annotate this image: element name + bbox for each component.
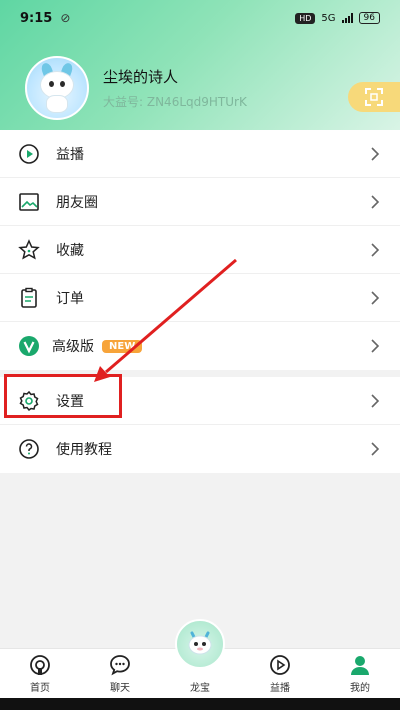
- chevron-right-icon: [368, 146, 382, 161]
- nav-yibo[interactable]: 益播: [240, 653, 320, 698]
- system-nav-bar: [0, 698, 400, 710]
- clipboard-icon: [18, 287, 40, 309]
- dragon-avatar-icon: [34, 61, 80, 113]
- menu-label: 益播: [56, 146, 84, 163]
- menu-item-favorites[interactable]: 收藏: [0, 226, 400, 274]
- profile-card[interactable]: 尘埃的诗人 大益号: ZN46Lqd9HTUrK: [25, 56, 247, 120]
- avatar[interactable]: [25, 56, 89, 120]
- home-icon: [28, 653, 52, 677]
- qr-scan-icon: [365, 88, 383, 106]
- menu-item-yibo[interactable]: 益播: [0, 130, 400, 178]
- dragon-mascot-icon: [175, 619, 225, 669]
- nav-label: 聊天: [110, 683, 130, 694]
- chevron-right-icon: [368, 194, 382, 209]
- nav-home[interactable]: 首页: [0, 653, 80, 698]
- user-icon: [348, 653, 372, 677]
- nav-mine[interactable]: 我的: [320, 653, 400, 698]
- menu-item-moments[interactable]: 朋友圈: [0, 178, 400, 226]
- v-badge-icon: [18, 335, 40, 357]
- status-bar: 9:15 ⊘ HD 5G 96: [0, 0, 400, 36]
- signal-icon: [341, 13, 353, 23]
- status-time: 9:15: [20, 10, 53, 26]
- nav-chat[interactable]: 聊天: [80, 653, 160, 698]
- chevron-right-icon: [368, 242, 382, 257]
- menu-group-main: 益播 朋友圈 收藏 订单 高级版 NEW: [0, 130, 400, 370]
- status-indicators: HD 5G 96: [295, 12, 380, 24]
- bottom-nav: 首页 聊天 龙宝 益播 我的: [0, 619, 400, 698]
- network-label: 5G: [321, 12, 336, 24]
- nav-label: 益播: [270, 683, 290, 694]
- hd-icon: HD: [295, 12, 316, 24]
- menu-item-settings[interactable]: 设置: [0, 377, 400, 425]
- chevron-right-icon: [368, 339, 382, 353]
- chat-bubble-icon: [108, 653, 132, 677]
- status-extra: ⊘: [60, 11, 71, 25]
- qr-code-button[interactable]: [348, 82, 400, 112]
- menu-item-orders[interactable]: 订单: [0, 274, 400, 322]
- chevron-right-icon: [368, 290, 382, 305]
- menu-group-secondary: 设置 使用教程: [0, 377, 400, 473]
- menu-label: 收藏: [56, 242, 84, 259]
- chevron-right-icon: [368, 442, 382, 456]
- nav-label: 首页: [30, 683, 50, 694]
- username: 尘埃的诗人: [103, 68, 179, 86]
- play-circle-icon: [18, 143, 40, 165]
- profile-header: 9:15 ⊘ HD 5G 96 尘埃的诗人 大益号: ZN46Lqd9HTUrK: [0, 0, 400, 130]
- star-icon: [18, 238, 40, 261]
- battery-icon: 96: [358, 12, 380, 24]
- nav-longbao[interactable]: 龙宝: [160, 619, 240, 698]
- menu-label: 设置: [56, 393, 84, 410]
- menu-label: 朋友圈: [56, 194, 98, 211]
- play-circle-icon: [268, 653, 292, 677]
- chevron-right-icon: [368, 393, 382, 408]
- help-icon: [18, 438, 40, 460]
- menu-item-tutorial[interactable]: 使用教程: [0, 425, 400, 473]
- nav-label: 我的: [350, 683, 370, 694]
- nav-label: 龙宝: [190, 683, 210, 694]
- menu-label: 订单: [56, 290, 84, 307]
- menu-label: 使用教程: [56, 442, 112, 458]
- menu-label: 高级版: [52, 339, 94, 355]
- gear-icon: [18, 390, 40, 412]
- new-badge: NEW: [102, 339, 143, 353]
- image-icon: [18, 191, 40, 213]
- user-id: 大益号: ZN46Lqd9HTUrK: [103, 95, 247, 109]
- menu-item-premium[interactable]: 高级版 NEW: [0, 322, 400, 370]
